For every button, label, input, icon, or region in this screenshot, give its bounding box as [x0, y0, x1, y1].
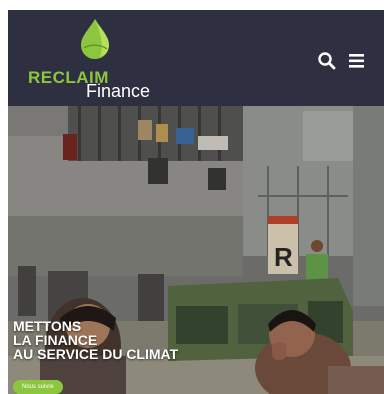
hero-headline: METTONS LA FINANCE AU SERVICE DU CLIMAT	[13, 319, 178, 361]
menu-button[interactable]	[346, 50, 368, 72]
search-icon	[318, 52, 336, 70]
search-button[interactable]	[316, 50, 338, 72]
hamburger-menu-icon	[349, 54, 364, 68]
hero-banner: R METTONS LA FINANCE AU SERVICE DU CLIMA…	[8, 106, 384, 394]
site-logo[interactable]: RECLAIM Finance	[28, 18, 158, 102]
site-header: RECLAIM Finance	[8, 10, 384, 106]
page-frame: RECLAIM Finance R METTONS LA FINANCE AU …	[8, 10, 384, 394]
hero-headline-line-2: LA FINANCE	[13, 332, 98, 348]
hero-headline-line-3: AU SERVICE DU CLIMAT	[13, 346, 179, 362]
leaf-drop-icon	[81, 19, 109, 59]
hero-headline-line-1: METTONS	[13, 318, 82, 334]
logo-text-finance: Finance	[86, 81, 151, 101]
follow-us-button[interactable]: Nous suivre	[13, 380, 63, 394]
